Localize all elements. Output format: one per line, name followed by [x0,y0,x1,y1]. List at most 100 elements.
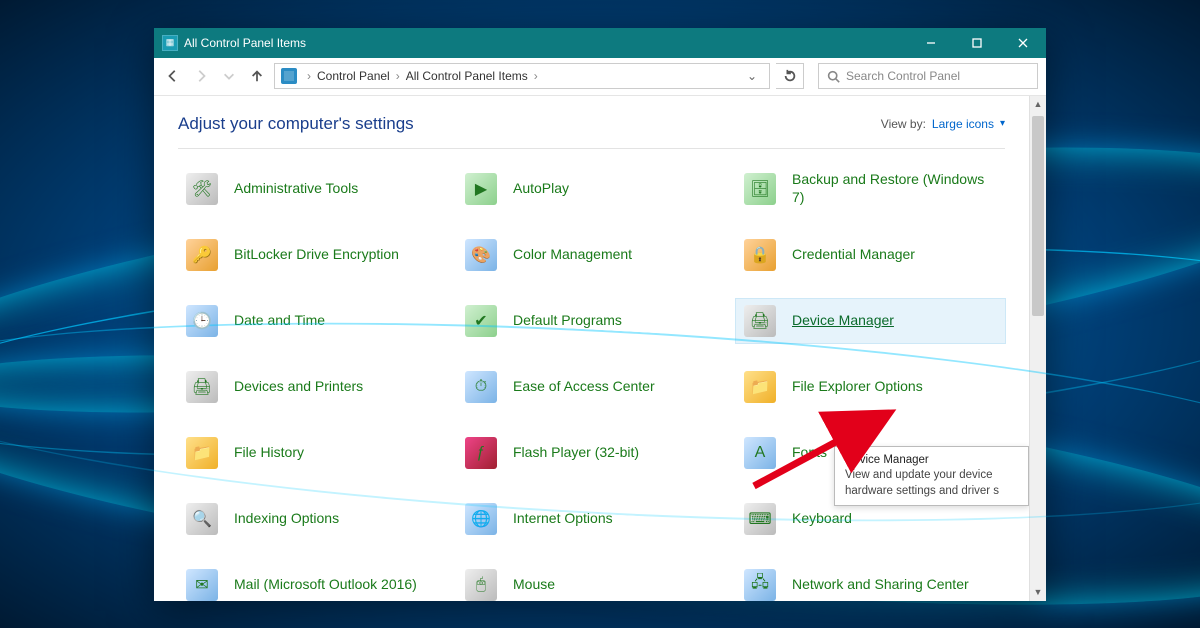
item-label: Device Manager [792,312,894,330]
item-label: Default Programs [513,312,622,330]
tooltip-title: Device Manager [845,453,1018,469]
control-panel-item[interactable]: 🌐 Internet Options [457,497,726,541]
item-label: Internet Options [513,510,613,528]
item-label: Administrative Tools [234,180,358,198]
item-icon: 🔑 [184,237,220,273]
item-icon: 🖨 [184,369,220,405]
control-panel-window: ▦ All Control Panel Items [154,28,1046,601]
item-label: Ease of Access Center [513,378,655,396]
item-label: Flash Player (32-bit) [513,444,639,462]
item-label: Devices and Printers [234,378,363,396]
item-icon: A [742,435,778,471]
control-panel-item[interactable]: ▶ AutoPlay [457,167,726,211]
item-icon: 🔒 [742,237,778,273]
item-label: Credential Manager [792,246,915,264]
tooltip: Device Manager View and update your devi… [834,446,1029,507]
viewby-label: View by: [881,117,926,131]
vertical-scrollbar[interactable]: ▲ ▼ [1029,96,1046,601]
nav-toolbar: › Control Panel › All Control Panel Item… [154,58,1046,96]
item-icon: 🛠 [184,171,220,207]
control-panel-item[interactable]: 🕒 Date and Time [178,299,447,343]
scroll-down-button[interactable]: ▼ [1030,584,1046,601]
item-label: Indexing Options [234,510,339,528]
control-panel-item[interactable]: ƒ Flash Player (32-bit) [457,431,726,475]
item-icon: 🖨 [742,303,778,339]
recent-dropdown-icon[interactable] [218,65,240,87]
control-panel-item[interactable]: 🖧 Network and Sharing Center [736,563,1005,601]
item-icon: 🖧 [742,567,778,601]
viewby-value[interactable]: Large icons [932,117,994,131]
items-grid: 🛠 Administrative Tools ▶ AutoPlay 🗄 Backup an… [178,167,1005,601]
control-panel-item[interactable]: 🖱 Mouse [457,563,726,601]
item-label: AutoPlay [513,180,569,198]
refresh-button[interactable] [776,63,804,89]
item-icon: 🖱 [463,567,499,601]
item-label: File Explorer Options [792,378,923,396]
control-panel-item[interactable]: ✉ Mail (Microsoft Outlook 2016) [178,563,447,601]
item-label: Date and Time [234,312,325,330]
address-dropdown-icon[interactable]: ⌄ [741,69,763,83]
minimize-button[interactable] [908,28,954,58]
item-icon: ⌨ [742,501,778,537]
search-placeholder: Search Control Panel [846,69,960,83]
up-button[interactable] [246,65,268,87]
item-icon: 🕒 [184,303,220,339]
item-icon: ƒ [463,435,499,471]
app-icon: ▦ [162,35,178,51]
item-icon: ⏱ [463,369,499,405]
chevron-right-icon[interactable]: › [303,69,315,83]
control-panel-item[interactable]: 🎨Color Management [457,233,726,277]
item-icon: ▶ [463,171,499,207]
control-panel-item[interactable]: 📁 File History [178,431,447,475]
control-panel-item[interactable]: 🔍 Indexing Options [178,497,447,541]
item-label: Fonts [792,444,827,462]
titlebar[interactable]: ▦ All Control Panel Items [154,28,1046,58]
close-button[interactable] [1000,28,1046,58]
item-label: BitLocker Drive Encryption [234,246,399,264]
divider [178,148,1005,149]
item-label: Keyboard [792,510,852,528]
breadcrumb-root[interactable]: Control Panel [317,69,390,83]
item-label: Network and Sharing Center [792,576,969,594]
control-panel-item[interactable]: 🖨 Device Manager [736,299,1005,343]
forward-button[interactable] [190,65,212,87]
search-box[interactable]: Search Control Panel [818,63,1038,89]
control-panel-icon [281,68,297,84]
content-area: Adjust your computer's settings View by:… [154,96,1029,601]
item-icon: 🗄 [742,171,778,207]
control-panel-item[interactable]: 🖨 Devices and Printers [178,365,447,409]
control-panel-item[interactable]: 🛠 Administrative Tools [178,167,447,211]
back-button[interactable] [162,65,184,87]
item-label: Mouse [513,576,555,594]
item-label: Backup and Restore (Windows 7) [792,171,999,206]
breadcrumb-current[interactable]: All Control Panel Items [406,69,528,83]
item-label: File History [234,444,304,462]
control-panel-item[interactable]: 🗄 Backup and Restore (Windows 7) [736,167,1005,211]
page-heading: Adjust your computer's settings [178,114,414,134]
control-panel-item[interactable]: ⏱ Ease of Access Center [457,365,726,409]
chevron-down-icon[interactable]: ▾ [1000,118,1005,129]
item-icon: 📁 [184,435,220,471]
item-icon: 🔍 [184,501,220,537]
item-icon: 🎨 [463,237,499,273]
item-icon: 📁 [742,369,778,405]
control-panel-item[interactable]: 🔑 BitLocker Drive Encryption [178,233,447,277]
item-icon: 🌐 [463,501,499,537]
control-panel-item[interactable]: ✔ Default Programs [457,299,726,343]
chevron-right-icon[interactable]: › [392,69,404,83]
control-panel-item[interactable]: 🔒 Credential Manager [736,233,1005,277]
view-by-control[interactable]: View by: Large icons ▾ [881,117,1005,131]
scroll-up-button[interactable]: ▲ [1030,96,1046,113]
address-bar[interactable]: › Control Panel › All Control Panel Item… [274,63,770,89]
control-panel-item[interactable]: 📁 File Explorer Options [736,365,1005,409]
chevron-right-icon[interactable]: › [530,69,542,83]
item-icon: ✉ [184,567,220,601]
search-icon [827,70,840,83]
maximize-button[interactable] [954,28,1000,58]
tooltip-desc: View and update your device hardware set… [845,468,1018,499]
scroll-thumb[interactable] [1032,116,1044,316]
desktop-background: ▦ All Control Panel Items [0,0,1200,628]
item-icon: ✔ [463,303,499,339]
window-title: All Control Panel Items [184,36,306,50]
item-label: Mail (Microsoft Outlook 2016) [234,576,417,594]
